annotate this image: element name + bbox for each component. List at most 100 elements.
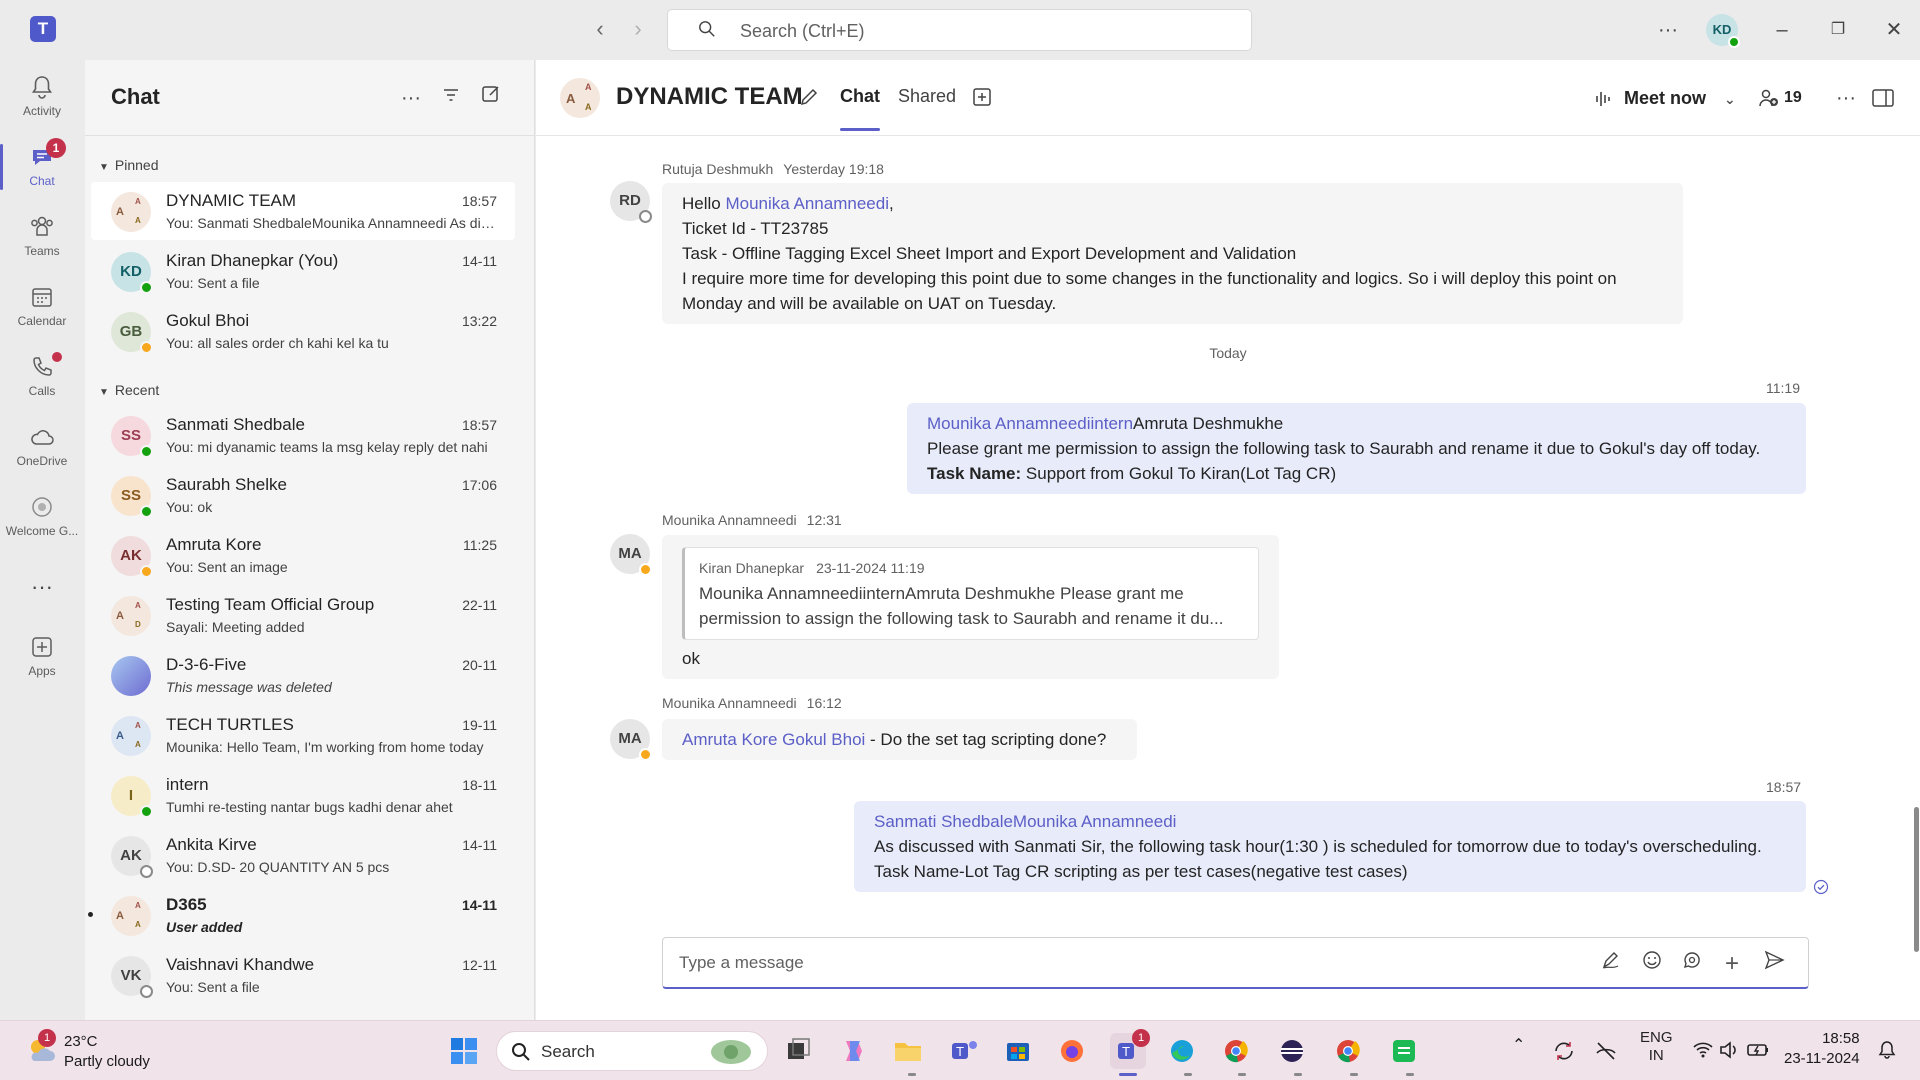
close-button[interactable]: ✕ (1878, 14, 1910, 46)
search-highlight-icon (711, 1040, 751, 1064)
participants-button[interactable]: 19 (1758, 82, 1802, 114)
teams-taskbar-icon[interactable]: T (946, 1033, 982, 1069)
message-bubble[interactable]: Mounika AnnamneediinternAmruta Deshmukhe… (907, 403, 1806, 494)
forward-button[interactable]: › (626, 16, 650, 42)
message-composer[interactable]: + (662, 937, 1809, 989)
weather-widget[interactable]: 1 23°C Partly cloudy (20, 1029, 170, 1073)
wifi-icon[interactable] (1692, 1039, 1714, 1061)
add-tab-icon[interactable] (972, 87, 992, 107)
quoted-message[interactable]: Kiran Dhanepkar 23-11-2024 11:19 Mounika … (682, 547, 1259, 640)
meet-now-button[interactable]: Meet now ⌄ (1594, 82, 1736, 114)
chat-row-sanmati[interactable]: SS Sanmati Shedbale 18:57 You: mi dyanam… (91, 406, 515, 464)
chat-row-dynamic-team[interactable]: A A A DYNAMIC TEAM 18:57 You: Sanmati Sh… (91, 182, 515, 240)
message-time: 11:19 (1766, 380, 1800, 396)
mention[interactable]: Amruta Kore Gokul Bhoi (682, 730, 865, 749)
new-chat-button[interactable] (477, 84, 505, 112)
send-button[interactable] (1759, 949, 1789, 979)
teams-active-app[interactable]: T 1 (1110, 1029, 1150, 1069)
chat-row-d365[interactable]: A A A D365 14-11 User added (88, 886, 515, 944)
side-panel-icon[interactable] (1872, 88, 1894, 108)
search-bar[interactable] (667, 9, 1252, 51)
teams-logo: T (30, 16, 56, 42)
notification-bell-icon[interactable] (1876, 1039, 1898, 1061)
chat-name: Testing Team Official Group (166, 595, 375, 614)
chat-row-saurabh[interactable]: SS Saurabh Shelke 17:06 You: ok (91, 466, 515, 524)
conversation-more-button[interactable]: ··· (1830, 82, 1862, 114)
chat-row-testing-team[interactable]: A A D Testing Team Official Group 22-11 … (91, 586, 515, 644)
emoji-button[interactable] (1637, 949, 1667, 979)
chat-row-d365five[interactable]: D-3-6-Five 20-11 This message was delete… (91, 646, 515, 704)
rail-apps[interactable]: Apps (0, 626, 84, 692)
filter-button[interactable] (437, 84, 465, 112)
chat-row-tech-turtles[interactable]: A A A TECH TURTLES 19-11 Mounika: Hello … (91, 706, 515, 764)
rail-welcome[interactable]: Welcome G... (0, 486, 84, 552)
taskbar-search[interactable]: Search (496, 1031, 768, 1071)
rail-calls[interactable]: Calls (0, 346, 84, 412)
section-recent[interactable]: ▼ Recent (99, 382, 159, 398)
system-clock[interactable]: 18:58 23-11-2024 (1784, 1029, 1860, 1069)
rail-more[interactable]: ··· (0, 570, 84, 610)
message-bubble[interactable]: Sanmati ShedbaleMounika Annamneedi As di… (854, 801, 1806, 892)
chat-row-kiran[interactable]: KD Kiran Dhanepkar (You) 14-11 You: Sent… (91, 242, 515, 300)
language-indicator[interactable]: ENG IN (1640, 1029, 1673, 1065)
rail-activity[interactable]: Activity (0, 66, 84, 132)
tab-shared[interactable]: Shared (898, 86, 956, 107)
chat-more-button[interactable]: ··· (397, 84, 425, 112)
message-bubble[interactable]: Amruta Kore Gokul Bhoi - Do the set tag … (662, 719, 1137, 760)
file-explorer-icon[interactable] (890, 1033, 926, 1069)
chevron-up-icon[interactable]: ⌃ (1512, 1035, 1525, 1055)
sheets-app-icon[interactable] (1386, 1033, 1422, 1069)
chat-row-amruta[interactable]: AK Amruta Kore 11:25 You: Sent an image (91, 526, 515, 584)
rail-onedrive[interactable]: OneDrive (0, 416, 84, 482)
teams-taskbar-badge: 1 (1132, 1029, 1150, 1047)
chat-time: 18-11 (462, 777, 497, 793)
back-button[interactable]: ‹ (588, 16, 612, 42)
restore-button[interactable]: ❐ (1822, 14, 1854, 46)
mention[interactable]: Mounika Annamneedi (725, 194, 889, 213)
rail-teams[interactable]: Teams (0, 206, 84, 272)
message-bubble[interactable]: Kiran Dhanepkar 23-11-2024 11:19 Mounika … (662, 535, 1279, 679)
attach-plus-button[interactable]: + (1717, 949, 1747, 979)
day-divider: Today (1209, 345, 1247, 361)
search-input[interactable] (740, 18, 1220, 44)
chrome-icon-2[interactable] (1330, 1033, 1366, 1069)
running-indicator (1184, 1073, 1192, 1076)
message-input[interactable] (679, 950, 1539, 976)
message-scrollbar[interactable] (1914, 807, 1919, 952)
store-icon[interactable] (1000, 1033, 1036, 1069)
section-pinned[interactable]: ▼ Pinned (99, 157, 159, 173)
tab-chat[interactable]: Chat (840, 86, 880, 131)
chat-preview: You: Sent a file (166, 979, 260, 995)
battery-charging-icon[interactable] (1746, 1039, 1770, 1061)
chat-row-ankita[interactable]: AK Ankita Kirve 14-11 You: D.SD- 20 QUAN… (91, 826, 515, 884)
edit-pencil-icon[interactable] (798, 86, 820, 108)
network-off-icon[interactable] (1594, 1039, 1618, 1063)
firefox-icon[interactable] (1054, 1033, 1090, 1069)
chrome-icon[interactable] (1218, 1033, 1254, 1069)
group-avatar: A A A (560, 78, 600, 118)
mention[interactable]: Mounika Annamneediintern (927, 414, 1133, 433)
copilot-icon[interactable] (836, 1033, 872, 1069)
edge-icon[interactable] (1164, 1033, 1200, 1069)
task-view-icon[interactable] (780, 1033, 816, 1069)
minimize-button[interactable]: – (1766, 14, 1798, 46)
sync-icon[interactable] (1552, 1039, 1576, 1063)
mention[interactable]: Sanmati ShedbaleMounika Annamneedi (874, 809, 1786, 834)
chat-preview: Tumhi re-testing nantar bugs kadhi denar… (166, 799, 453, 815)
more-options-button[interactable]: ··· (1652, 14, 1684, 46)
chat-row-vaishnavi[interactable]: VK Vaishnavi Khandwe 12-11 You: Sent a f… (91, 946, 515, 1004)
chat-name: Vaishnavi Khandwe (166, 955, 315, 974)
volume-icon[interactable] (1718, 1039, 1740, 1061)
windows-start-icon[interactable] (446, 1033, 482, 1069)
loop-button[interactable] (1677, 949, 1707, 979)
chat-row-intern[interactable]: I intern 18-11 Tumhi re-testing nantar b… (91, 766, 515, 824)
message-bubble[interactable]: Hello Mounika Annamneedi, Ticket Id - TT… (662, 183, 1683, 324)
rail-calendar[interactable]: Calendar (0, 276, 84, 342)
chat-row-gokul[interactable]: GB Gokul Bhoi 13:22 You: all sales order… (91, 302, 515, 360)
group-avatar: A A D (111, 596, 151, 636)
rail-chat[interactable]: Chat 1 (0, 136, 84, 202)
presence-away-icon (140, 341, 153, 354)
profile-avatar[interactable]: KD (1706, 14, 1740, 48)
eclipse-icon[interactable] (1274, 1033, 1310, 1069)
format-button[interactable] (1596, 949, 1626, 979)
